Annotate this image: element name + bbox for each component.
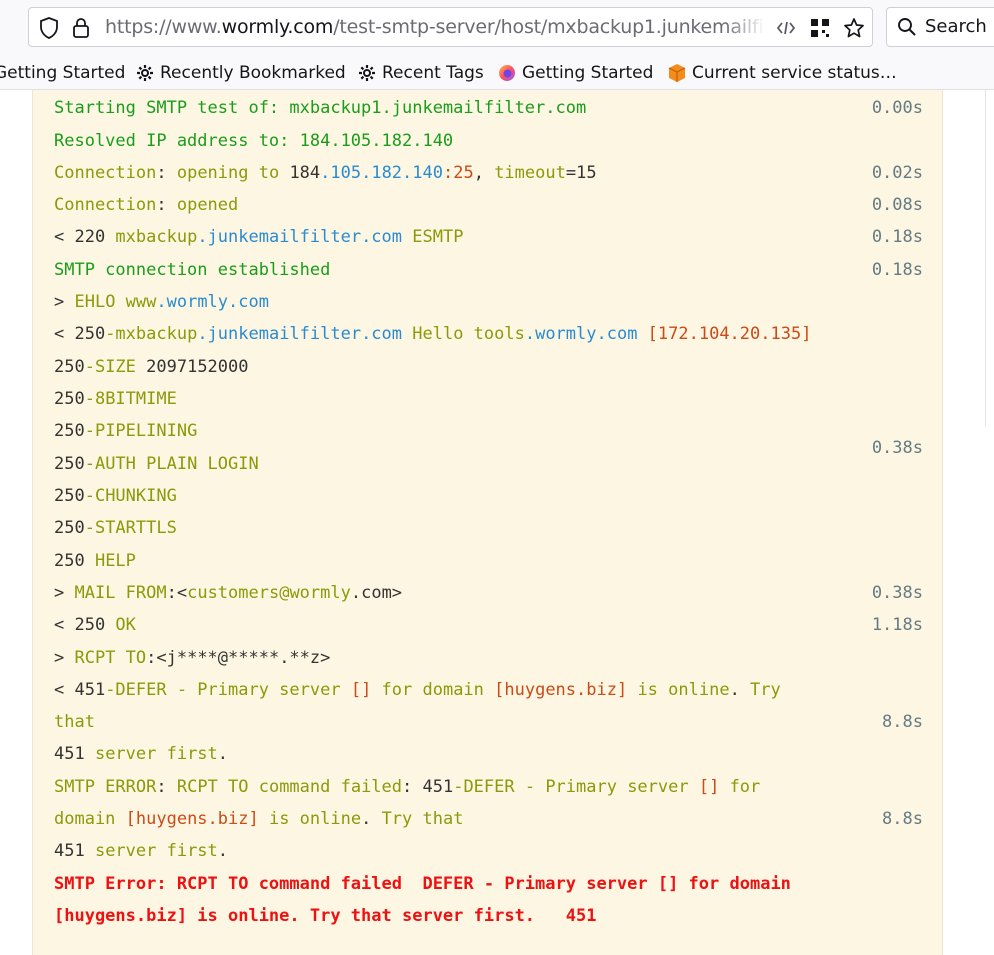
log-time: 0.18s: [871, 260, 923, 280]
bookmark-getting-started[interactable]: Getting Started: [0, 56, 125, 89]
bookmark-recent-tags[interactable]: Recent Tags: [358, 56, 484, 89]
log-time: 8.8s: [882, 809, 923, 829]
log-time: 0.00s: [871, 98, 923, 118]
url-prefix: https://www.: [105, 16, 222, 38]
bookmark-star-icon[interactable]: [842, 16, 866, 40]
log-line: SMTP ERROR: RCPT TO command failed: 451-…: [54, 777, 761, 797]
search-box[interactable]: Search: [886, 7, 994, 47]
log-time: 8.8s: [882, 712, 923, 732]
log-line: 250-PIPELINING: [54, 421, 198, 441]
lock-icon[interactable]: [69, 16, 93, 40]
log-time: 0.08s: [871, 195, 923, 215]
log-time: 0.02s: [871, 163, 923, 183]
bookmark-current-service-status[interactable]: Current service status…: [668, 56, 897, 89]
log-line: > RCPT TO:<j****@*****.**z>: [54, 648, 331, 668]
address-bar[interactable]: https://www.wormly.com/test-smtp-server/…: [28, 7, 873, 47]
log-line: 451 server first.: [54, 744, 229, 764]
log-line: < 250-mxbackup.junkemailfilter.com Hello…: [54, 324, 812, 344]
bookmark-getting-started-firefox[interactable]: Getting Started: [498, 56, 653, 89]
log-line: Resolved IP address to: 184.105.182.140: [54, 131, 454, 151]
url-domain: wormly.com: [221, 16, 334, 38]
log-line: that: [54, 712, 95, 732]
log-line: < 451-DEFER - Primary server [] for doma…: [54, 680, 781, 700]
log-line: < 250 OK: [54, 615, 136, 635]
bookmark-label: Getting Started: [522, 62, 654, 83]
reader-view-icon[interactable]: [774, 16, 798, 40]
gear-icon: [136, 64, 154, 82]
log-line: 250-AUTH PLAIN LOGIN: [54, 454, 259, 474]
scrollbar[interactable]: [985, 90, 994, 426]
qr-code-icon[interactable]: [808, 16, 832, 40]
smtp-log-panel: Starting SMTP test of: mxbackup1.junkema…: [32, 90, 943, 955]
bookmark-label: Recent Tags: [382, 62, 484, 83]
log-line: 451 server first.: [54, 841, 229, 861]
log-time: 0.18s: [871, 227, 923, 247]
log-line: > EHLO www.wormly.com: [54, 292, 269, 312]
log-line: 250-8BITMIME: [54, 389, 177, 409]
bookmark-label: Recently Bookmarked: [160, 62, 346, 83]
log-line: SMTP connection established: [54, 260, 331, 280]
bookmark-recently-bookmarked[interactable]: Recently Bookmarked: [136, 56, 346, 89]
error-line: [huygens.biz] is online. Try that server…: [54, 906, 597, 926]
shield-icon[interactable]: [37, 16, 61, 40]
log-line: 250-CHUNKING: [54, 486, 177, 506]
search-icon: [897, 17, 917, 41]
log-line: 250-STARTTLS: [54, 518, 177, 538]
log-line: 250-SIZE 2097152000: [54, 357, 249, 377]
url-text[interactable]: https://www.wormly.com/test-smtp-server/…: [105, 8, 765, 46]
url-path: /test-smtp-server/host/mxbackup1.junkema…: [333, 16, 765, 38]
page-content: Starting SMTP test of: mxbackup1.junkema…: [0, 90, 994, 955]
log-time: 0.38s: [871, 438, 923, 458]
log-line: domain [huygens.biz] is online. Try that: [54, 809, 464, 829]
box-icon: [668, 63, 686, 82]
log-line: > MAIL FROM:<customers@wormly.com>: [54, 583, 403, 603]
browser-toolbar: https://www.wormly.com/test-smtp-server/…: [0, 0, 994, 56]
log-time: 1.18s: [871, 615, 923, 635]
log-line: < 220 mxbackup.junkemailfilter.com ESMTP: [54, 227, 464, 247]
log-line: Starting SMTP test of: mxbackup1.junkema…: [54, 98, 587, 118]
log-line: Connection: opening to 184.105.182.140:2…: [54, 163, 597, 183]
bookmark-label: Current service status…: [692, 62, 897, 83]
log-line: Connection: opened: [54, 195, 239, 215]
gear-icon: [358, 64, 376, 82]
bookmark-label: Getting Started: [0, 62, 126, 83]
bookmarks-toolbar: Getting Started Recently Bookmarked Rece…: [0, 56, 994, 90]
search-label: Search: [925, 16, 987, 37]
error-line: SMTP Error: RCPT TO command failed DEFER…: [54, 874, 791, 894]
firefox-icon: [498, 64, 516, 82]
log-time: 0.38s: [871, 583, 923, 603]
log-line: 250 HELP: [54, 551, 136, 571]
